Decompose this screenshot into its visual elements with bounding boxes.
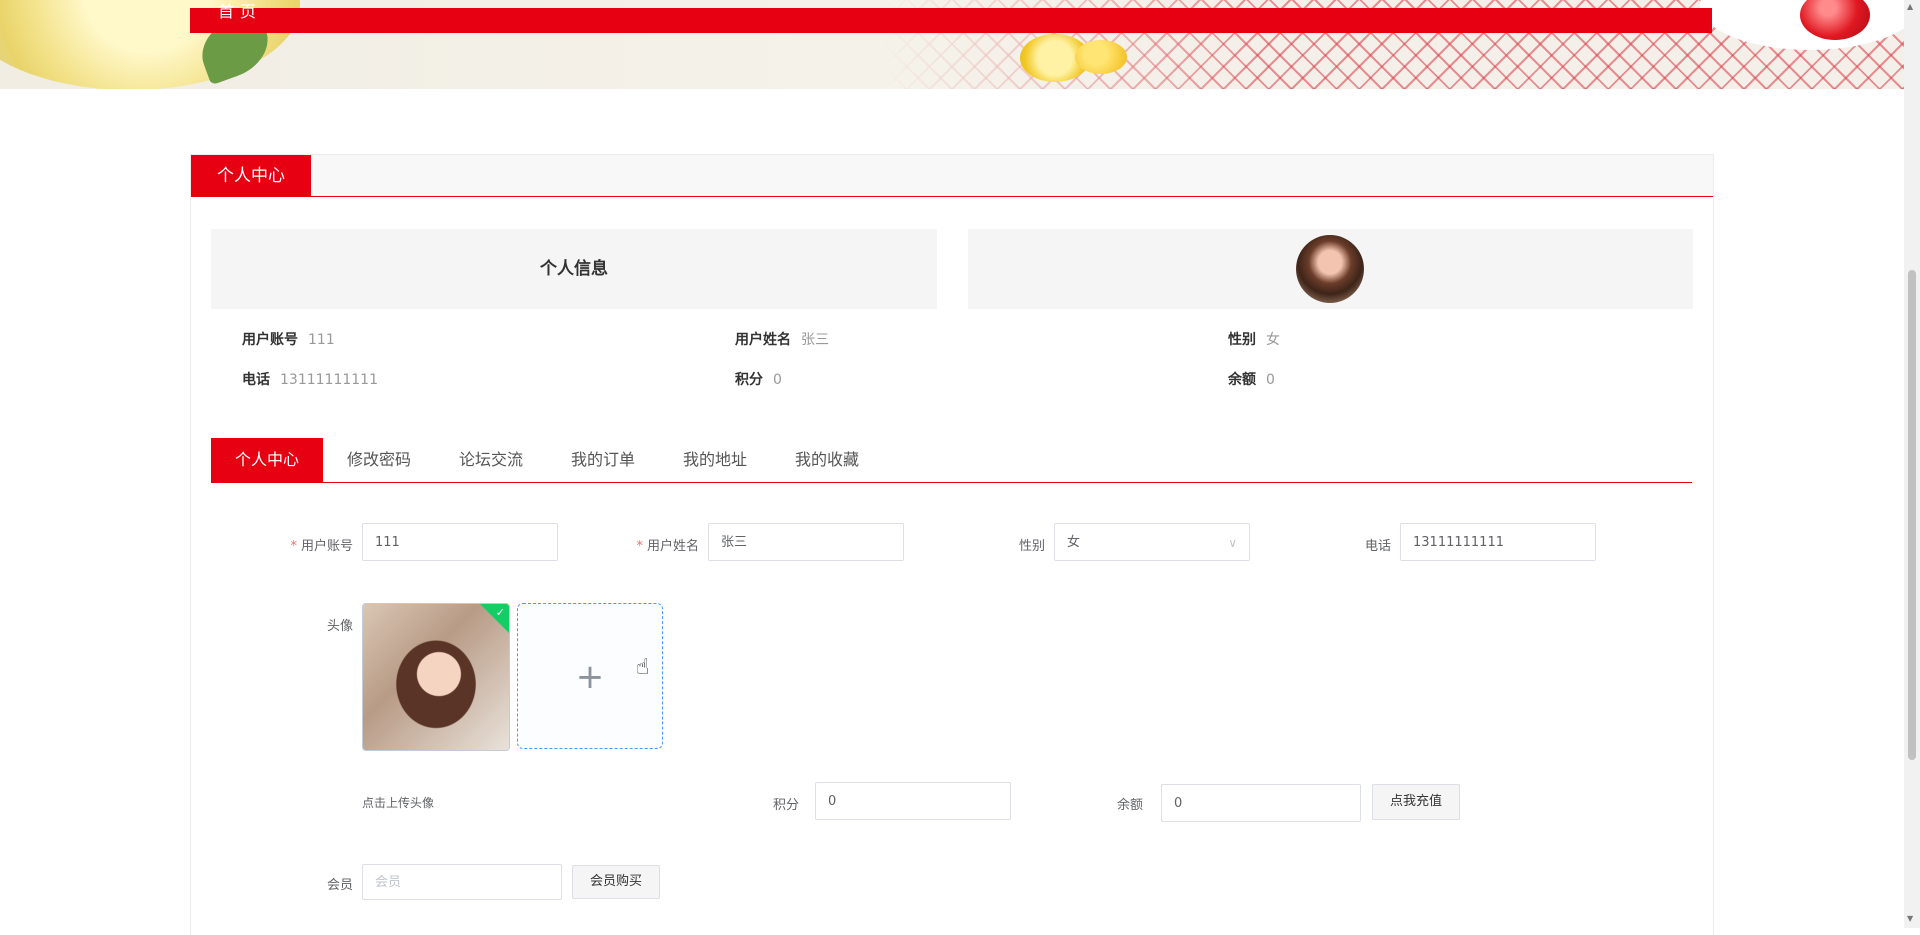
info-key: 余额 [1228,372,1256,388]
points-label: 积分 [772,798,799,813]
gender-select[interactable]: 女 ∨ [1054,523,1250,561]
top-navigation: 首页 [190,2,1712,33]
recharge-button[interactable]: 点我充值 [1372,784,1460,820]
info-key: 电话 [242,372,270,388]
info-value: 张三 [801,332,829,348]
tab-forum[interactable]: 论坛交流 [435,438,547,482]
info-value: 0 [773,372,782,388]
info-key: 积分 [735,372,763,388]
required-mark: * [290,539,297,554]
nav-home-link[interactable]: 首页 [218,0,262,22]
hand-cursor-icon: ☝ [636,655,650,680]
tab-my-orders[interactable]: 我的订单 [547,438,659,482]
info-value: 111 [308,332,335,348]
points-input[interactable]: 0 [815,782,1011,820]
info-points: 积分 0 [735,369,782,389]
profile-info-header: 个人信息 [211,229,937,309]
gender-select-value: 女 [1067,535,1081,550]
scroll-down-arrow-icon[interactable]: ▼ [1907,914,1913,923]
profile-avatar-header [968,229,1693,309]
avatar-label: 头像 [326,619,353,634]
gender-label: 性别 [1018,539,1045,554]
profile-info-heading: 个人信息 [540,259,608,279]
info-balance: 余额 0 [1228,369,1275,389]
tab-change-password[interactable]: 修改密码 [323,438,435,482]
upload-success-badge [478,604,509,635]
account-label-text: 用户账号 [300,539,353,554]
upload-hint: 点击上传头像 [362,796,435,810]
avatar [1296,235,1364,303]
info-value: 13111111111 [280,372,378,388]
chevron-down-icon: ∨ [1228,536,1237,550]
balance-label: 余额 [1116,798,1143,813]
balance-input[interactable]: 0 [1161,784,1361,822]
name-label: * 用户姓名 [607,535,699,554]
tab-my-favorites[interactable]: 我的收藏 [771,438,883,482]
info-key: 用户账号 [242,332,298,348]
info-value: 女 [1266,332,1280,348]
account-input[interactable]: 111 [362,523,558,561]
phone-input[interactable]: 13111111111 [1400,523,1596,561]
scroll-up-arrow-icon[interactable]: ▲ [1907,2,1913,11]
required-mark: * [636,539,643,554]
info-account: 用户账号 111 [242,329,335,349]
scrollbar-thumb[interactable] [1908,270,1916,760]
phone-label: 电话 [1364,539,1391,554]
page-scrollbar[interactable]: ▲ ▼ [1904,0,1920,928]
info-name: 用户姓名 张三 [735,329,829,349]
info-gender: 性别女 [1228,329,1280,349]
panel-title: 个人中心 [191,155,311,197]
member-label: 会员 [326,878,353,893]
name-label-text: 用户姓名 [646,539,699,554]
tab-personal-center[interactable]: 个人中心 [211,438,323,482]
personal-center-panel: 个人中心 个人信息 用户账号 111 用户姓名 张三 性别女 电话 131111111… [190,154,1714,935]
name-input[interactable]: 张三 [708,523,904,561]
tab-my-address[interactable]: 我的地址 [659,438,771,482]
info-key: 性别 [1228,332,1256,348]
uploaded-avatar-image[interactable]: ✓ [362,603,510,751]
panel-header: 个人中心 [191,155,1713,197]
account-label: * 用户账号 [261,535,353,554]
member-input[interactable]: 会员 [362,864,562,900]
info-key: 用户姓名 [735,332,791,348]
check-icon: ✓ [495,606,505,619]
info-phone: 电话 13111111111 [242,369,378,389]
info-value: 0 [1266,372,1275,388]
lemon-image-2 [1075,40,1127,74]
member-buy-button[interactable]: 会员购买 [572,865,660,899]
center-tabs: 个人中心 修改密码 论坛交流 我的订单 我的地址 我的收藏 [211,438,1692,483]
